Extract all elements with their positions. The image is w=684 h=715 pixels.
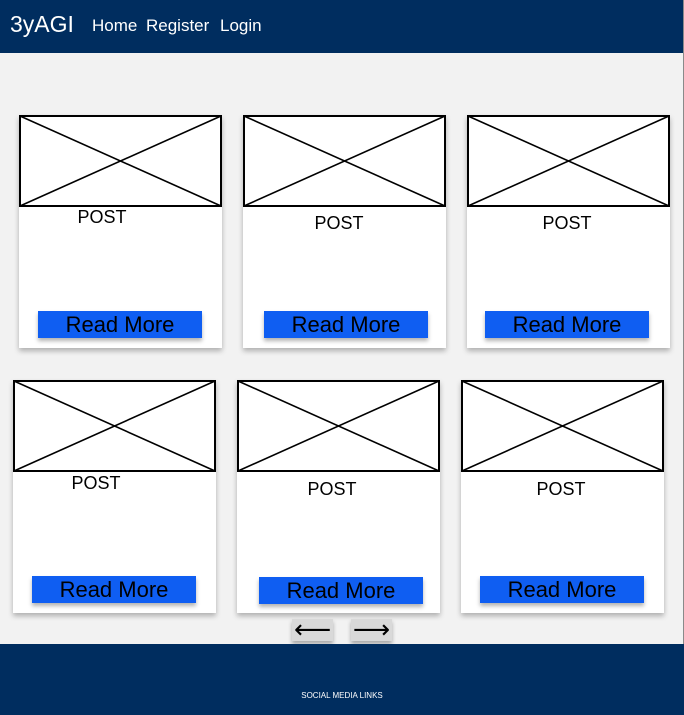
post-card: POST Read More (467, 115, 670, 348)
site-footer: SOCIAL MEDIA LINKS (0, 644, 684, 715)
social-media-links[interactable]: SOCIAL MEDIA LINKS (0, 691, 684, 701)
image-placeholder-icon (19, 115, 222, 207)
previous-page-button[interactable]: ⟵ (292, 616, 333, 642)
post-card: POST Read More (243, 115, 446, 348)
post-title: POST (307, 479, 357, 499)
post-title: POST (77, 207, 127, 227)
read-more-button[interactable]: Read More (32, 576, 196, 603)
image-placeholder-icon (13, 380, 216, 472)
site-header: 3yAGI Home Register Login (0, 0, 684, 53)
post-title: POST (71, 473, 121, 493)
next-page-button[interactable]: ⟶ (351, 616, 392, 642)
arrow-right-icon: ⟶ (352, 614, 391, 644)
site-logo[interactable]: 3yAGI (10, 10, 74, 38)
nav-link-login[interactable]: Login (220, 16, 262, 36)
post-card: POST Read More (13, 380, 216, 613)
read-more-button[interactable]: Read More (480, 576, 644, 603)
image-placeholder-icon (461, 380, 664, 472)
post-card: POST Read More (19, 115, 222, 348)
read-more-button[interactable]: Read More (38, 311, 202, 338)
image-placeholder-icon (467, 115, 670, 207)
post-card: POST Read More (461, 380, 664, 613)
post-card: POST Read More (237, 380, 440, 613)
read-more-button[interactable]: Read More (264, 311, 428, 338)
post-title: POST (536, 479, 586, 499)
image-placeholder-icon (237, 380, 440, 472)
image-placeholder-icon (243, 115, 446, 207)
read-more-button[interactable]: Read More (259, 577, 423, 604)
arrow-left-icon: ⟵ (293, 614, 332, 644)
read-more-button[interactable]: Read More (485, 311, 649, 338)
post-title: POST (314, 213, 364, 233)
nav-link-register[interactable]: Register (146, 16, 209, 36)
nav-link-home[interactable]: Home (92, 16, 137, 36)
post-title: POST (542, 213, 592, 233)
